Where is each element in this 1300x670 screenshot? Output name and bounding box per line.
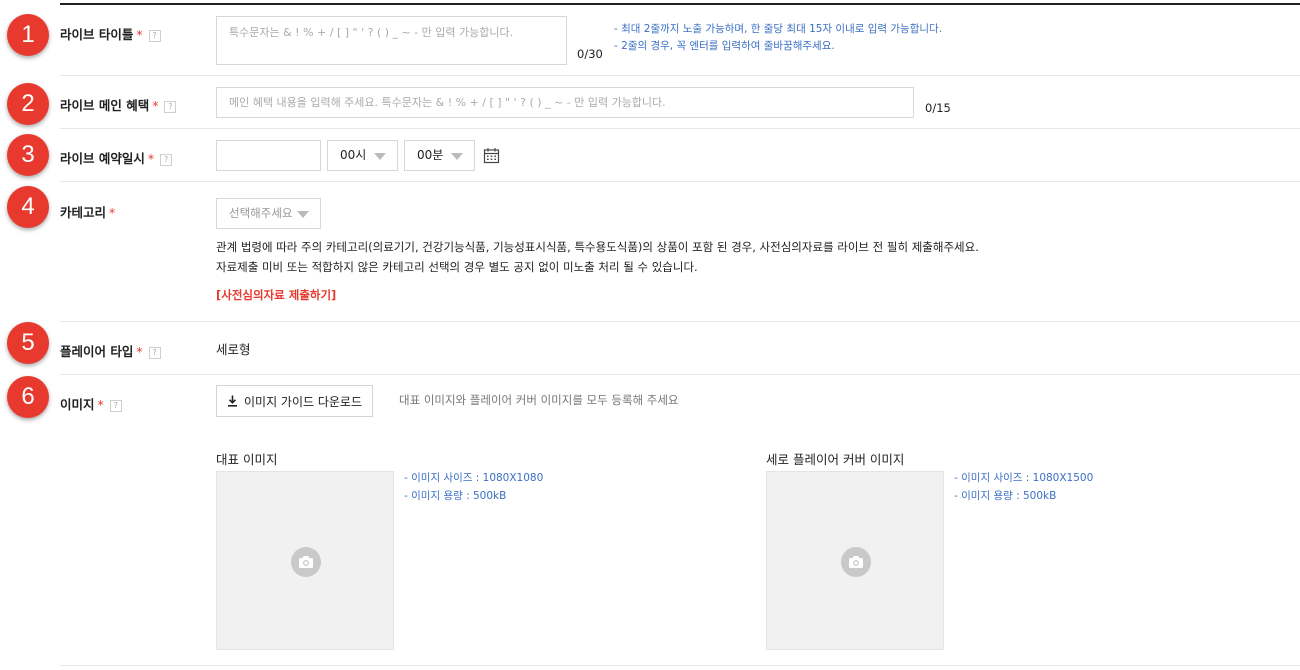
step-badge-4: 4	[7, 186, 49, 228]
row-divider	[60, 321, 1300, 322]
player-type-label: 플레이어 타입 *?	[60, 341, 161, 360]
help-icon[interactable]: ?	[109, 400, 122, 412]
required-mark: *	[109, 205, 116, 220]
help-icon[interactable]: ?	[164, 101, 177, 113]
live-title-textarea[interactable]: 특수문자는 & ! % + / [ ] " ' ? ( ) _ ~ - 만 입력…	[216, 16, 567, 65]
step-badge-5: 5	[7, 322, 49, 364]
help-icon[interactable]: ?	[148, 347, 161, 359]
schedule-label: 라이브 예약일시 *?	[60, 148, 173, 167]
live-title-hint-1: - 최대 2줄까지 노출 가능하며, 한 줄당 최대 15자 이내로 입력 가능…	[614, 23, 943, 35]
category-label: 카테고리 *	[60, 205, 116, 220]
help-icon[interactable]: ?	[148, 30, 161, 42]
live-title-counter: 0/30	[577, 47, 603, 61]
caret-down-icon	[297, 211, 309, 218]
cover-image-upload[interactable]	[766, 471, 944, 650]
required-mark: *	[97, 397, 104, 412]
schedule-hour-select[interactable]: 00시	[327, 140, 398, 171]
category-notice-line-2: 자료제출 미비 또는 적합하지 않은 카테고리 선택의 경우 별도 공지 없이 …	[216, 260, 698, 274]
main-benefit-input[interactable]: 메인 혜택 내용을 입력해 주세요. 특수문자는 & ! % + / [ ] "…	[216, 87, 914, 118]
calendar-icon[interactable]	[483, 147, 500, 164]
row-divider	[60, 75, 1300, 76]
cover-image-title: 세로 플레이어 커버 이미지	[766, 452, 905, 467]
step-badge-2: 2	[7, 83, 49, 125]
player-type-value: 세로형	[216, 342, 251, 357]
images-note: 대표 이미지와 플레이어 커버 이미지를 모두 등록해 주세요	[399, 393, 679, 407]
row-divider	[60, 665, 1300, 666]
row-divider	[60, 181, 1300, 182]
step-badge-3: 3	[7, 134, 49, 176]
images-label: 이미지 *?	[60, 394, 122, 413]
download-icon	[227, 395, 237, 407]
main-image-upload[interactable]	[216, 471, 394, 650]
cover-image-hint-size: - 이미지 사이즈 : 1080X1500	[954, 472, 1094, 484]
section-top-rule	[60, 3, 1300, 5]
step-badge-6: 6	[7, 376, 49, 418]
category-notice-line-1: 관계 법령에 따라 주의 카테고리(의료기기, 건강기능식품, 기능성표시식품,…	[216, 240, 979, 254]
help-icon[interactable]: ?	[160, 154, 173, 166]
submit-review-docs-link[interactable]: [사전심의자료 제출하기]	[216, 287, 336, 303]
schedule-date-input[interactable]	[216, 140, 321, 171]
step-badge-1: 1	[7, 14, 49, 56]
cover-image-hint-capacity: - 이미지 용량 : 500kB	[954, 490, 1057, 502]
main-benefit-counter: 0/15	[925, 101, 951, 115]
required-mark: *	[136, 27, 143, 42]
live-title-label: 라이브 타이틀 *?	[60, 24, 161, 43]
required-mark: *	[136, 344, 143, 359]
required-mark: *	[152, 98, 159, 113]
row-divider	[60, 128, 1300, 129]
live-title-hint-2: - 2줄의 경우, 꼭 엔터를 입력하여 줄바꿈해주세요.	[614, 40, 835, 52]
caret-down-icon	[451, 153, 463, 160]
category-select[interactable]: 선택해주세요	[216, 198, 321, 229]
caret-down-icon	[374, 153, 386, 160]
camera-icon	[841, 547, 871, 577]
required-mark: *	[147, 151, 155, 166]
main-image-title: 대표 이미지	[216, 452, 278, 467]
main-benefit-label: 라이브 메인 혜택 *?	[60, 95, 177, 114]
main-image-hint-size: - 이미지 사이즈 : 1080X1080	[404, 472, 544, 484]
main-image-hint-capacity: - 이미지 용량 : 500kB	[404, 490, 507, 502]
camera-icon	[291, 547, 321, 577]
image-guide-download-button[interactable]: 이미지 가이드 다운로드	[216, 385, 373, 417]
schedule-minute-select[interactable]: 00분	[404, 140, 475, 171]
row-divider	[60, 374, 1300, 375]
